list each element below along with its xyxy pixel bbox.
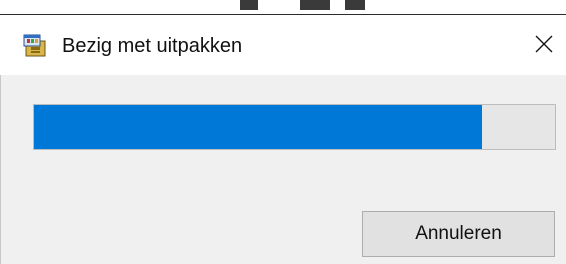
close-icon [535, 35, 553, 58]
background-fragment [300, 0, 330, 10]
progress-fill [34, 105, 483, 149]
cancel-button[interactable]: Annuleren [362, 211, 555, 257]
cancel-button-label: Annuleren [415, 223, 502, 244]
background-fragment [240, 0, 258, 10]
archive-extract-icon [22, 32, 48, 58]
window-title: Bezig met uitpakken [62, 35, 243, 57]
extract-progress-dialog: Bezig met uitpakken Annuleren [0, 15, 566, 264]
title-bar[interactable]: Bezig met uitpakken [0, 15, 566, 75]
extract-progress-bar [33, 104, 556, 150]
close-button[interactable] [524, 27, 564, 65]
dialog-body: Annuleren [0, 75, 566, 264]
window-border [0, 75, 1, 264]
background-fragment [345, 0, 365, 10]
